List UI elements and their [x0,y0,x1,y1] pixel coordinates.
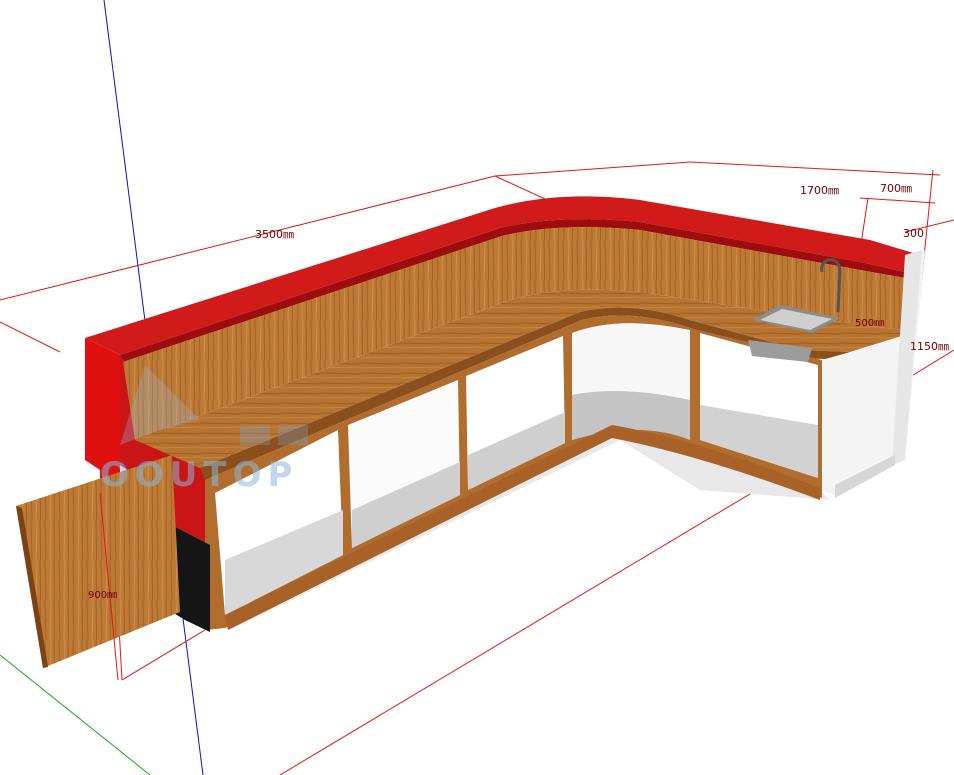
dim-height: 1150㎜ [910,340,949,353]
watermark-text: OOUTOP [100,455,298,495]
dim-top-width: 300 [903,227,924,240]
counter-3d-diagram: 3500㎜ 1700㎜ 700㎜ 300 1150㎜ 500㎜ 900㎜ OOU… [0,0,954,775]
dim-length-main: 3500㎜ [255,228,294,241]
dim-depth: 700㎜ [880,182,912,195]
dim-sink-offset: 500㎜ [855,318,884,329]
dim-length-side: 1700㎜ [800,184,839,197]
dim-door-height: 900㎜ [88,590,117,601]
axis-green-line [0,654,151,775]
